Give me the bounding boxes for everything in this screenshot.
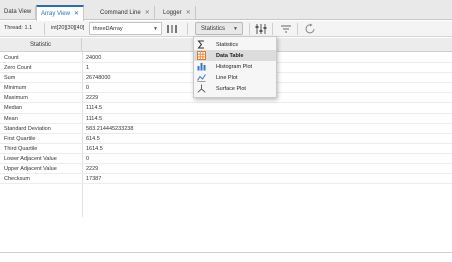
statistic-name: Upper Adjacent Value <box>4 166 57 173</box>
divider <box>249 23 250 35</box>
table-row: Median 1114.5 <box>0 103 452 114</box>
statistic-name: First Quartile <box>4 135 36 142</box>
tab-bar: Data View Array View ✕ Command Line ✕ Logg… <box>0 0 452 21</box>
statistic-value: 17387 <box>86 176 102 183</box>
filter-icon[interactable] <box>279 23 293 35</box>
statistic-name: Lower Adjacent Value <box>4 155 57 162</box>
statistic-name: Checksum <box>4 176 30 183</box>
statistic-value: 1 <box>86 65 90 72</box>
divider <box>44 23 45 35</box>
table-row: First Quartile 614.5 <box>0 134 452 144</box>
sigma-icon <box>197 40 204 49</box>
statistic-value: 26748000 <box>86 75 111 82</box>
column-header-statistic[interactable]: Statistic <box>0 38 82 52</box>
tab-array-view[interactable]: Array View ✕ <box>36 5 84 21</box>
statistic-value: 2229 <box>86 95 99 102</box>
tab-label: Logger <box>163 10 182 16</box>
menu-item-data-table[interactable]: Data Table <box>194 50 276 61</box>
statistics-menu: Statistics Data Table Histogram Plot Lin… <box>193 36 277 98</box>
menu-item-label: Histogram Plot <box>216 63 253 70</box>
statistics-dropdown-button[interactable]: Statistics ▼ <box>195 22 243 35</box>
statistics-label: Statistics <box>201 26 226 32</box>
statistic-value: 614.5 <box>86 135 100 142</box>
statistic-value: 1614.5 <box>86 145 103 152</box>
table-row: Lower Adjacent Value 0 <box>0 154 452 165</box>
tab-label: Array View <box>41 11 70 17</box>
line-plot-icon <box>197 74 206 82</box>
histogram-icon <box>197 63 206 71</box>
chevron-down-icon: ▼ <box>153 26 158 32</box>
toolbar: Thread: 1.1 int[20][30][40] threeDArray … <box>0 21 452 37</box>
table-row: Standard Deviation 583.214445233238 <box>0 124 452 134</box>
tab-label: Command Line <box>100 10 141 16</box>
menu-item-label: Data Table <box>216 52 244 59</box>
chevron-down-icon: ▼ <box>233 26 238 32</box>
statistic-value: 24000 <box>86 55 102 61</box>
close-icon[interactable]: ✕ <box>74 11 79 17</box>
statistic-name: Standard Deviation <box>4 125 51 132</box>
statistic-value: 0 <box>86 155 90 162</box>
statistic-value: 1114.5 <box>86 115 103 122</box>
statistic-value: 583.214445233238 <box>86 125 134 132</box>
statistic-name: Sum <box>4 75 16 82</box>
variable-select[interactable]: threeDArray ▼ <box>89 22 162 35</box>
statistic-name: Maximum <box>4 95 28 102</box>
menu-item-label: Surface Plot <box>216 85 246 92</box>
statistic-name: Minimum <box>4 85 27 92</box>
tab-logger[interactable]: Logger ✕ <box>159 6 196 20</box>
divider <box>272 23 273 35</box>
menu-item-surface-plot[interactable]: Surface Plot <box>194 83 276 94</box>
table-row: Mean 1114.5 <box>0 114 452 124</box>
menu-item-line-plot[interactable]: Line Plot <box>194 72 276 83</box>
refresh-icon[interactable] <box>304 23 318 35</box>
surface-plot-icon <box>197 84 206 93</box>
tab-data-view[interactable]: Data View <box>0 6 37 20</box>
close-icon[interactable]: ✕ <box>145 10 150 16</box>
variable-value: threeDArray <box>93 26 123 32</box>
statistic-value: 2229 <box>86 166 99 173</box>
table-row: Checksum 17387 <box>0 174 452 185</box>
close-icon[interactable]: ✕ <box>186 10 191 16</box>
statistic-value: 0 <box>86 85 90 92</box>
menu-item-label: Line Plot <box>216 74 238 81</box>
sliders-icon[interactable] <box>254 23 268 35</box>
statistic-name: Zero Count <box>4 65 32 72</box>
menu-item-statistics[interactable]: Statistics <box>194 39 276 50</box>
statistic-value: 1114.5 <box>86 105 103 112</box>
statistic-name: Median <box>4 105 23 112</box>
statistic-name: Count <box>4 55 19 61</box>
status-divider <box>0 252 452 253</box>
divider <box>187 23 188 35</box>
table-row: Upper Adjacent Value 2229 <box>0 164 452 175</box>
thread-label: Thread: 1.1 <box>4 25 33 31</box>
menu-item-histogram-plot[interactable]: Histogram Plot <box>194 61 276 72</box>
statistic-name: Mean <box>4 115 18 122</box>
table-row: Third Quartile 1614.5 <box>0 144 452 154</box>
divider <box>297 23 298 35</box>
tab-label: Data View <box>4 9 32 15</box>
statistic-name: Third Quartile <box>4 145 38 152</box>
table-icon <box>197 51 206 60</box>
menu-item-label: Statistics <box>216 41 239 48</box>
columns-icon[interactable] <box>166 23 180 35</box>
array-expression: int[20][30][40] <box>51 25 85 31</box>
tab-command-line[interactable]: Command Line ✕ <box>96 6 155 20</box>
